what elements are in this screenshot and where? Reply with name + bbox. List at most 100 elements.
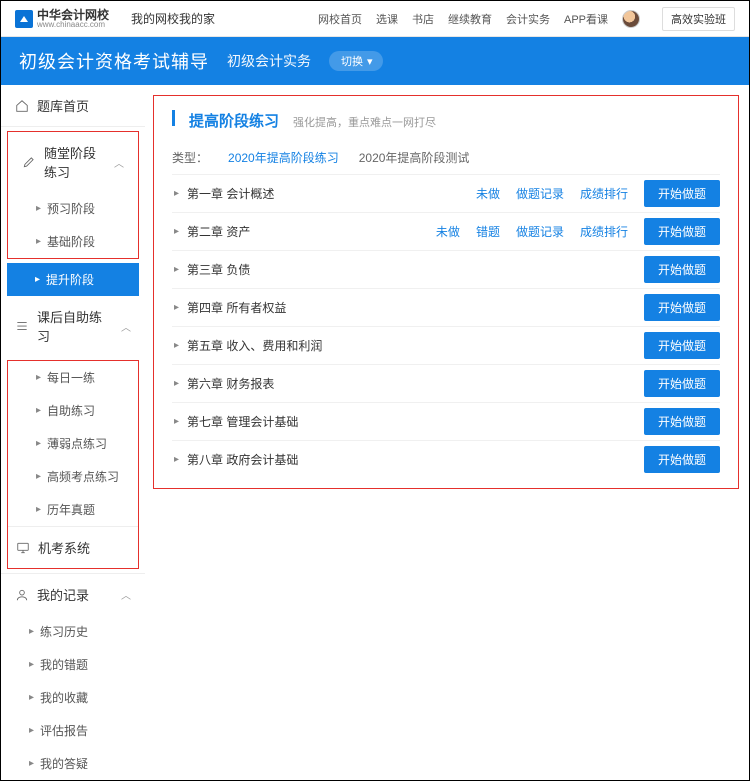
sidebar-group-afterclass[interactable]: 课后自助练习 ︿ bbox=[1, 296, 145, 356]
list-icon bbox=[15, 319, 29, 333]
sidebar-sub-item-active[interactable]: ▸提升阶段 bbox=[7, 263, 139, 296]
start-practice-button[interactable]: 开始做题 bbox=[644, 294, 720, 321]
sidebar-sub-item[interactable]: ▸我的答疑 bbox=[1, 747, 145, 780]
header-cta-button[interactable]: 高效实验班 bbox=[662, 7, 735, 31]
nav-item[interactable]: 选课 bbox=[376, 11, 398, 27]
sidebar-sub-item[interactable]: ▸基础阶段 bbox=[8, 225, 138, 258]
chapter-row: ▸ 第六章 财务报表 开始做题 bbox=[172, 364, 720, 402]
chapter-link[interactable]: 未做 bbox=[436, 223, 460, 240]
caret-right-icon: ▸ bbox=[174, 416, 179, 427]
nav-item[interactable]: 会计实务 bbox=[506, 11, 550, 27]
chapter-title: 第六章 财务报表 bbox=[187, 375, 274, 392]
filter-row: 类型： 2020年提高阶段练习 2020年提高阶段测试 bbox=[172, 149, 720, 166]
sidebar-sub-item[interactable]: ▸我的错题 bbox=[1, 648, 145, 681]
sidebar-sub-item[interactable]: ▸我的收藏 bbox=[1, 681, 145, 714]
caret-right-icon: ▸ bbox=[174, 226, 179, 237]
start-practice-button[interactable]: 开始做题 bbox=[644, 446, 720, 473]
sidebar-sub-item[interactable]: ▸自助练习 bbox=[8, 394, 138, 427]
title-accent-bar bbox=[172, 110, 175, 126]
logo[interactable]: 中华会计网校 www.chinaacc.com bbox=[15, 9, 109, 29]
card-title: 提高阶段练习 bbox=[189, 110, 279, 131]
chapter-link[interactable]: 成绩排行 bbox=[580, 185, 628, 202]
filter-option-active[interactable]: 2020年提高阶段练习 bbox=[228, 149, 339, 166]
sidebar-item-exam-system[interactable]: 机考系统 bbox=[8, 527, 138, 568]
chapter-row: ▸ 第一章 会计概述 未做做题记录成绩排行开始做题 bbox=[172, 174, 720, 212]
start-practice-button[interactable]: 开始做题 bbox=[644, 332, 720, 359]
caret-right-icon: ▸ bbox=[174, 302, 179, 313]
chapter-title: 第二章 资产 bbox=[187, 223, 250, 240]
sidebar-highlight-box-1: 随堂阶段练习 ︿ ▸预习阶段 ▸基础阶段 bbox=[7, 131, 139, 259]
nav-item[interactable]: 继续教育 bbox=[448, 11, 492, 27]
card-subtitle: 强化提高，重点难点一网打尽 bbox=[293, 114, 436, 130]
avatar[interactable] bbox=[622, 10, 640, 28]
start-practice-button[interactable]: 开始做题 bbox=[644, 218, 720, 245]
user-icon bbox=[15, 588, 29, 602]
chapter-title: 第四章 所有者权益 bbox=[187, 299, 286, 316]
home-icon bbox=[15, 99, 29, 113]
chapter-link[interactable]: 做题记录 bbox=[516, 185, 564, 202]
sidebar-label: 机考系统 bbox=[38, 538, 90, 557]
logo-title: 中华会计网校 bbox=[37, 9, 109, 21]
chapter-title: 第五章 收入、费用和利润 bbox=[187, 337, 322, 354]
sidebar-sub-item[interactable]: ▸薄弱点练习 bbox=[8, 427, 138, 460]
chapter-row: ▸ 第四章 所有者权益 开始做题 bbox=[172, 288, 720, 326]
start-practice-button[interactable]: 开始做题 bbox=[644, 256, 720, 283]
content: 提高阶段练习 强化提高，重点难点一网打尽 类型： 2020年提高阶段练习 202… bbox=[145, 85, 749, 780]
banner-subject: 初级会计实务 bbox=[227, 51, 311, 71]
caret-right-icon: ▸ bbox=[174, 454, 179, 465]
nav-item[interactable]: 书店 bbox=[412, 11, 434, 27]
sidebar-sub-item[interactable]: ▸预习阶段 bbox=[8, 192, 138, 225]
switch-label: 切换 bbox=[341, 53, 363, 69]
chevron-up-icon: ︿ bbox=[121, 319, 131, 334]
chapter-link[interactable]: 错题 bbox=[476, 223, 500, 240]
pencil-icon bbox=[22, 155, 36, 169]
sidebar-label: 课后自助练习 bbox=[37, 307, 113, 345]
sidebar-label: 题库首页 bbox=[37, 96, 89, 115]
sidebar-sub-item[interactable]: ▸评估报告 bbox=[1, 714, 145, 747]
chapter-link[interactable]: 未做 bbox=[476, 185, 500, 202]
caret-right-icon: ▸ bbox=[174, 188, 179, 199]
nav-item[interactable]: APP看课 bbox=[564, 11, 608, 27]
sidebar-sub-item[interactable]: ▸练习历史 bbox=[1, 615, 145, 648]
chevron-down-icon: ▾ bbox=[367, 55, 373, 68]
sidebar: 题库首页 随堂阶段练习 ︿ ▸预习阶段 ▸基础阶段 ▸提升阶段 bbox=[1, 85, 145, 780]
sidebar-sub-item[interactable]: ▸高频考点练习 bbox=[8, 460, 138, 493]
monitor-icon bbox=[16, 541, 30, 555]
sidebar-sub-item[interactable]: ▸历年真题 bbox=[8, 493, 138, 526]
caret-right-icon: ▸ bbox=[174, 264, 179, 275]
switch-subject-button[interactable]: 切换 ▾ bbox=[329, 51, 383, 71]
practice-card: 提高阶段练习 强化提高，重点难点一网打尽 类型： 2020年提高阶段练习 202… bbox=[153, 95, 739, 489]
start-practice-button[interactable]: 开始做题 bbox=[644, 370, 720, 397]
chapter-title: 第八章 政府会计基础 bbox=[187, 451, 298, 468]
chapter-list: ▸第一章 会计概述未做做题记录成绩排行开始做题▸第二章 资产未做错题做题记录成绩… bbox=[172, 174, 720, 478]
banner-title: 初级会计资格考试辅导 bbox=[19, 48, 209, 74]
top-nav: 网校首页 选课 书店 继续教育 会计实务 APP看课 高效实验班 bbox=[318, 7, 735, 31]
chevron-up-icon: ︿ bbox=[121, 587, 131, 602]
caret-right-icon: ▸ bbox=[174, 340, 179, 351]
chapter-row: ▸ 第五章 收入、费用和利润 开始做题 bbox=[172, 326, 720, 364]
sidebar-label: 随堂阶段练习 bbox=[44, 143, 106, 181]
chapter-link[interactable]: 成绩排行 bbox=[580, 223, 628, 240]
filter-option[interactable]: 2020年提高阶段测试 bbox=[359, 149, 470, 166]
nav-item[interactable]: 网校首页 bbox=[318, 11, 362, 27]
slogan: 我的网校我的家 bbox=[131, 10, 215, 27]
sidebar-group-classroom[interactable]: 随堂阶段练习 ︿ bbox=[8, 132, 138, 192]
chapter-link[interactable]: 做题记录 bbox=[516, 223, 564, 240]
start-practice-button[interactable]: 开始做题 bbox=[644, 180, 720, 207]
sidebar-label: 我的记录 bbox=[37, 585, 89, 604]
caret-right-icon: ▸ bbox=[174, 378, 179, 389]
logo-icon bbox=[15, 10, 33, 28]
sidebar-group-records[interactable]: 我的记录 ︿ bbox=[1, 574, 145, 615]
chapter-row: ▸第七章 管理会计基础开始做题 bbox=[172, 402, 720, 440]
sidebar-highlight-box-2: ▸每日一练 ▸自助练习 ▸薄弱点练习 ▸高频考点练习 ▸历年真题 机考系统 bbox=[7, 360, 139, 569]
course-banner: 初级会计资格考试辅导 初级会计实务 切换 ▾ bbox=[1, 37, 749, 85]
chapter-row: ▸ 第二章 资产 未做错题做题记录成绩排行开始做题 bbox=[172, 212, 720, 250]
filter-label: 类型： bbox=[172, 149, 208, 166]
sidebar-home[interactable]: 题库首页 bbox=[1, 85, 145, 126]
logo-url: www.chinaacc.com bbox=[37, 21, 109, 29]
start-practice-button[interactable]: 开始做题 bbox=[644, 408, 720, 435]
top-header: 中华会计网校 www.chinaacc.com 我的网校我的家 网校首页 选课 … bbox=[1, 1, 749, 37]
sidebar-sub-item[interactable]: ▸每日一练 bbox=[8, 361, 138, 394]
chapter-row: ▸ 第八章 政府会计基础 开始做题 bbox=[172, 440, 720, 478]
chapter-title: 第一章 会计概述 bbox=[187, 185, 274, 202]
